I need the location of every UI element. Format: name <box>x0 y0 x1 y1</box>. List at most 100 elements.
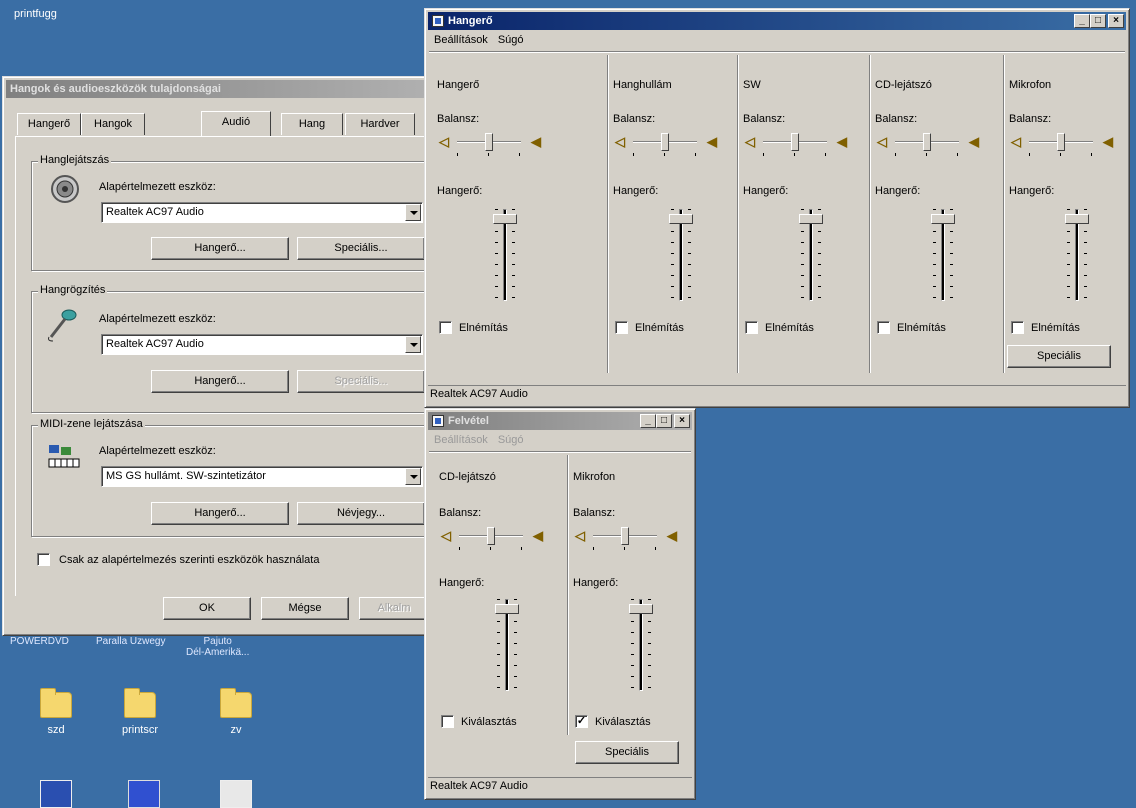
default-devices-only-checkbox[interactable] <box>37 553 50 566</box>
tab-audio[interactable]: Audió <box>201 111 271 136</box>
minimize-icon[interactable]: _ <box>1074 14 1090 28</box>
balance-slider[interactable]: ◁ ◀ <box>439 527 559 550</box>
microphone-icon <box>45 307 77 342</box>
chevron-down-icon[interactable] <box>405 468 421 485</box>
volume-slider[interactable] <box>661 205 701 305</box>
select-checkbox[interactable]: ✓ <box>575 715 588 728</box>
midi-volume-button[interactable]: Hangerő... <box>151 502 289 525</box>
menu-help[interactable]: Súgó <box>498 434 524 446</box>
mute-checkbox[interactable] <box>745 321 758 334</box>
close-icon[interactable]: × <box>1108 14 1124 28</box>
dialog-titlebar[interactable]: Hangok és audioeszközök tulajdonságai <box>6 80 428 98</box>
recording-titlebar[interactable]: Felvétel _ □ × <box>428 412 692 430</box>
balance-slider[interactable]: ◁ ◀ <box>875 133 995 156</box>
balance-slider[interactable]: ◁ ◀ <box>437 133 557 156</box>
chevron-down-icon[interactable] <box>405 336 421 353</box>
dialog-title: Hangok és audioeszközök tulajdonságai <box>10 83 221 95</box>
speaker-left-icon: ◁ <box>1011 134 1021 149</box>
menu-settings[interactable]: Beállítások <box>434 434 488 446</box>
balance-slider[interactable]: ◁ ◀ <box>573 527 693 550</box>
midi-device-select[interactable]: MS GS hullámt. SW-szintetizátor <box>101 466 423 487</box>
tab-voice[interactable]: Hang <box>281 113 343 135</box>
volume-slider[interactable] <box>923 205 963 305</box>
desktop-folder-printscr[interactable]: printscr <box>100 688 180 736</box>
playback-volume-button[interactable]: Hangerő... <box>151 237 289 260</box>
menu-help[interactable]: Súgó <box>498 34 524 46</box>
balance-ticks <box>1029 153 1093 156</box>
menu-settings[interactable]: Beállítások <box>434 34 488 46</box>
balance-thumb[interactable] <box>485 133 493 151</box>
balance-slider[interactable]: ◁ ◀ <box>1009 133 1129 156</box>
mute-checkbox[interactable] <box>615 321 628 334</box>
mute-checkbox[interactable] <box>877 321 890 334</box>
midi-about-button[interactable]: Névjegy... <box>297 502 425 525</box>
desktop-icon-partial[interactable] <box>16 780 96 808</box>
balance-thumb[interactable] <box>1057 133 1065 151</box>
mute-checkbox[interactable] <box>1011 321 1024 334</box>
desktop-label[interactable]: Pajuto Dél-Amerikä... <box>186 636 249 658</box>
volume-thumb[interactable] <box>931 213 955 224</box>
recording-device-select[interactable]: Realtek AC97 Audio <box>101 334 423 355</box>
volume-advanced-button[interactable]: Speciális <box>1007 345 1111 368</box>
desktop-label[interactable]: Paralla Uzwegy <box>96 636 165 647</box>
volume-thumb[interactable] <box>493 213 517 224</box>
folder-icon <box>40 688 72 718</box>
volume-label: Hangerő: <box>1009 185 1055 197</box>
select-checkbox[interactable] <box>441 715 454 728</box>
desktop-folder-szd[interactable]: szd <box>16 688 96 736</box>
volume-slider[interactable] <box>487 595 527 695</box>
desktop-folder-label: printscr <box>121 724 159 736</box>
mute-checkbox[interactable] <box>439 321 452 334</box>
volume-thumb[interactable] <box>629 603 653 614</box>
cancel-button[interactable]: Mégse <box>261 597 349 620</box>
volume-slider[interactable] <box>791 205 831 305</box>
desktop-icon-partial[interactable] <box>196 780 276 808</box>
speaker-app-icon <box>432 15 444 27</box>
desktop-icon-partial[interactable] <box>104 780 184 808</box>
desktop-label-top[interactable]: printfugg <box>14 8 57 20</box>
ok-button[interactable]: OK <box>163 597 251 620</box>
balance-label: Balansz: <box>437 113 480 125</box>
playback-advanced-button[interactable]: Speciális... <box>297 237 425 260</box>
volume-thumb[interactable] <box>669 213 693 224</box>
recording-volume-button[interactable]: Hangerő... <box>151 370 289 393</box>
volume-thumb[interactable] <box>495 603 519 614</box>
recording-window-title: Felvétel <box>448 415 489 427</box>
close-icon[interactable]: × <box>674 414 690 428</box>
balance-ticks <box>459 547 523 550</box>
minimize-icon[interactable]: _ <box>640 414 656 428</box>
tab-sounds[interactable]: Hangok <box>81 113 145 135</box>
playback-device-select[interactable]: Realtek AC97 Audio <box>101 202 423 223</box>
balance-thumb[interactable] <box>923 133 931 151</box>
balance-thumb[interactable] <box>661 133 669 151</box>
recording-group-label: Hangrögzítés <box>38 284 108 296</box>
volume-slider[interactable] <box>485 205 525 305</box>
speaker-left-icon: ◁ <box>439 134 449 149</box>
desktop-folder-label: zv <box>230 724 242 736</box>
tab-volume[interactable]: Hangerő <box>17 113 81 135</box>
desktop-label[interactable]: POWERDVD <box>10 636 69 647</box>
volume-slider[interactable] <box>1057 205 1097 305</box>
balance-slider[interactable]: ◁ ◀ <box>743 133 863 156</box>
channel-separator <box>1003 55 1005 373</box>
chevron-down-icon[interactable] <box>405 204 421 221</box>
volume-thumb[interactable] <box>1065 213 1089 224</box>
balance-slider[interactable]: ◁ ◀ <box>613 133 733 156</box>
maximize-icon[interactable]: □ <box>1090 14 1106 28</box>
balance-label: Balansz: <box>613 113 656 125</box>
volume-titlebar[interactable]: Hangerő _ □ × <box>428 12 1126 30</box>
volume-slider[interactable] <box>621 595 661 695</box>
playback-group-label: Hanglejátszás <box>38 154 112 166</box>
balance-thumb[interactable] <box>621 527 629 545</box>
balance-thumb[interactable] <box>487 527 495 545</box>
sound-properties-dialog: Hangok és audioeszközök tulajdonságai Ha… <box>2 76 435 636</box>
recording-advanced-button: Speciális... <box>297 370 425 393</box>
tab-hardware[interactable]: Hardver <box>345 113 415 135</box>
maximize-icon[interactable]: □ <box>656 414 672 428</box>
recording-window-advanced-button[interactable]: Speciális <box>575 741 679 764</box>
volume-thumb[interactable] <box>799 213 823 224</box>
recording-menubar: Beállítások Súgó <box>428 431 692 449</box>
channel-separator <box>737 55 739 373</box>
desktop-folder-zv[interactable]: zv <box>196 688 276 736</box>
balance-thumb[interactable] <box>791 133 799 151</box>
